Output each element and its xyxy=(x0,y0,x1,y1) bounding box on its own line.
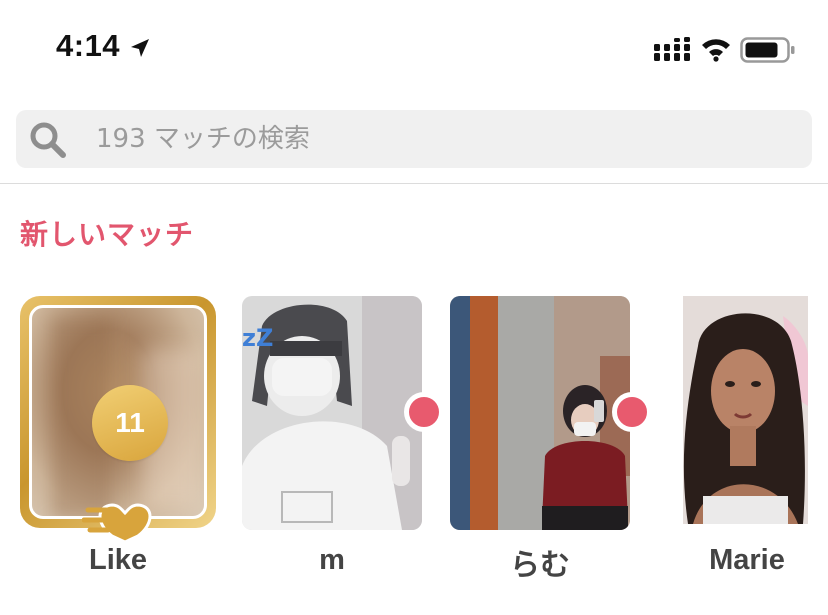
likes-label: Like xyxy=(88,544,148,576)
new-matches-title: 新しいマッチ xyxy=(20,218,195,251)
divider xyxy=(0,183,828,184)
wifi-icon xyxy=(702,39,730,62)
likes-card[interactable]: 11 xyxy=(20,296,216,542)
location-arrow-icon xyxy=(131,39,149,57)
battery-icon xyxy=(740,37,795,63)
cellular-signal-icon xyxy=(654,37,690,61)
match-card-marie[interactable] xyxy=(683,296,808,524)
status-bar: 4:14 xyxy=(0,0,828,96)
new-match-dot xyxy=(404,392,444,432)
likes-count-badge: 11 xyxy=(92,385,168,461)
svg-text:zZ: zZ xyxy=(242,324,273,352)
match-photo-marie xyxy=(683,296,808,524)
match-photo-ramu xyxy=(450,296,630,530)
status-time: 4:14 xyxy=(56,28,121,63)
search-bar[interactable] xyxy=(16,110,812,168)
new-match-dot xyxy=(612,392,652,432)
gold-heart-icon xyxy=(82,503,152,542)
match-label-marie: Marie xyxy=(709,544,785,576)
match-label-ramu: らむ xyxy=(510,548,570,583)
match-photo-m: zZ xyxy=(242,296,422,530)
search-icon xyxy=(30,122,66,158)
match-card-ramu[interactable] xyxy=(450,296,630,530)
search-input[interactable] xyxy=(96,110,796,168)
match-card-m[interactable]: zZ xyxy=(242,296,422,530)
likes-blurred-photo: 11 xyxy=(29,305,207,519)
match-label-m: m xyxy=(319,544,345,576)
matches-screen: 4:14 193 マッチの検索 新しいマッチ 11 Like zZ m らむ M… xyxy=(0,0,828,615)
